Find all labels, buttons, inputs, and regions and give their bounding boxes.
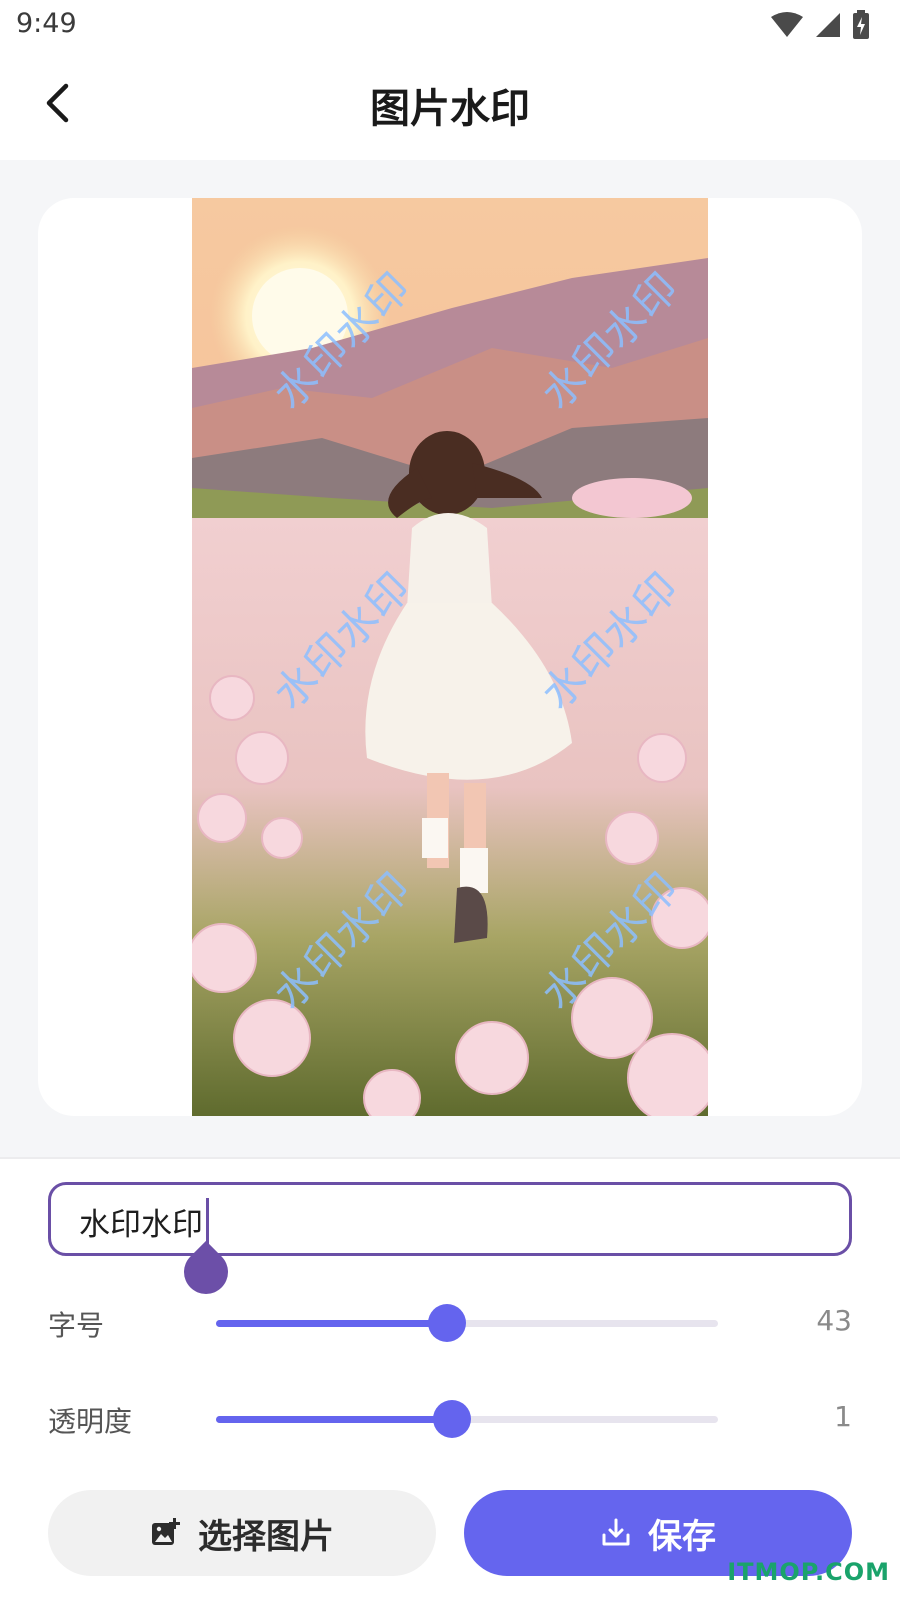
download-icon [602, 1518, 630, 1546]
status-bar: 9:49 [0, 0, 900, 50]
font-size-slider[interactable] [216, 1304, 718, 1342]
app-header: 图片水印 [0, 50, 900, 160]
font-size-label: 字号 [48, 1309, 105, 1342]
select-image-button[interactable]: 选择图片 [48, 1490, 436, 1576]
add-image-icon [152, 1518, 180, 1545]
status-time: 9:49 [16, 8, 77, 39]
opacity-slider-fill [216, 1416, 452, 1423]
signal-icon [816, 13, 840, 37]
page-title: 图片水印 [370, 86, 530, 132]
opacity-slider[interactable] [216, 1400, 718, 1438]
preview-area: 水印水印 水印水印 水印水印 水印水印 水印水印 水印水印 [0, 160, 900, 1158]
status-icons [770, 10, 870, 40]
font-size-slider-row: 字号 43 [48, 1292, 852, 1352]
battery-icon [853, 10, 869, 39]
preview-card: 水印水印 水印水印 水印水印 水印水印 水印水印 水印水印 [38, 198, 862, 1116]
divider [0, 1157, 900, 1159]
font-size-value: 43 [816, 1304, 852, 1337]
wifi-icon [771, 12, 803, 37]
font-size-slider-thumb[interactable] [427, 1304, 466, 1342]
select-image-label: 选择图片 [198, 1516, 334, 1557]
save-label: 保存 [648, 1516, 716, 1557]
font-size-slider-fill [216, 1320, 447, 1327]
corner-brand-watermark: ITMOP.COM [727, 1558, 890, 1586]
watermark-text-input[interactable]: 水印水印 [48, 1182, 852, 1256]
preview-photo: 水印水印 水印水印 水印水印 水印水印 水印水印 水印水印 [192, 198, 708, 1116]
watermark-input-value: 水印水印 [79, 1207, 203, 1243]
opacity-value: 1 [834, 1400, 852, 1433]
opacity-slider-row: 透明度 1 [48, 1388, 852, 1448]
opacity-label: 透明度 [48, 1405, 133, 1438]
opacity-slider-thumb[interactable] [432, 1400, 471, 1438]
